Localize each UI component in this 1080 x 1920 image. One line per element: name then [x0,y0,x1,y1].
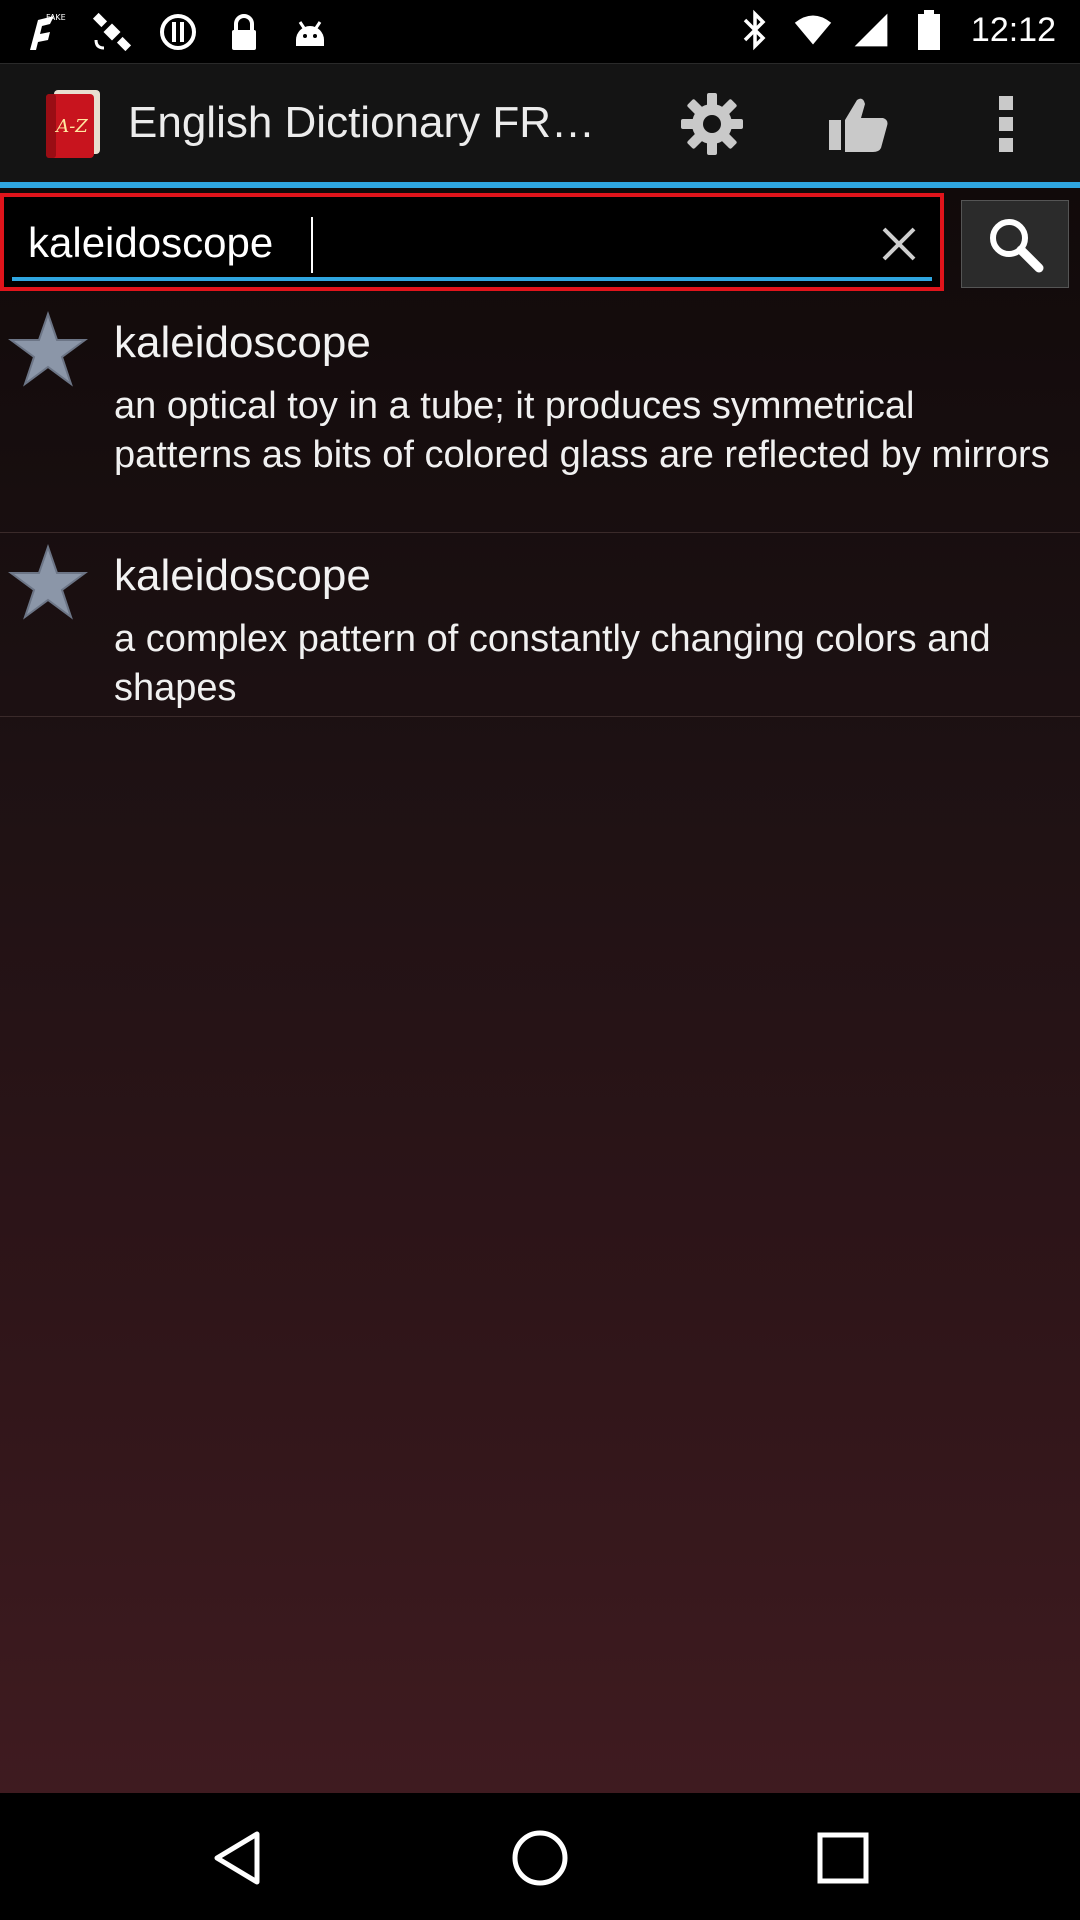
thumbs-up-icon [829,98,888,152]
result-definition: an optical toy in a tube; it produces sy… [114,385,1050,476]
search-icon [990,219,1044,273]
text-cursor [311,217,313,273]
svg-text:FAKE: FAKE [46,13,66,22]
notification-icons: FAKE [24,10,332,54]
home-button[interactable] [505,1823,575,1893]
back-button[interactable] [202,1823,272,1893]
search-field-container [0,193,944,291]
sync-icon [160,14,196,50]
result-definition: a complex pattern of constantly changing… [114,618,991,709]
recents-icon [817,1832,869,1884]
search-input[interactable] [28,213,848,273]
recents-button[interactable] [808,1823,878,1893]
result-word: kaleidoscope [114,318,371,367]
search-input-underline [12,277,932,281]
overflow-menu-icon [999,96,1013,152]
home-icon [512,1830,568,1886]
main-content: kaleidoscope an optical toy in a tube; i… [0,188,1080,1793]
list-item[interactable]: kaleidoscope an optical toy in a tube; i… [0,300,1080,533]
lock-icon [232,14,256,50]
system-icons: 12:12 [735,8,1056,52]
fake-gps-icon: FAKE [30,13,66,50]
satellite-icon [92,12,132,52]
star-icon[interactable] [8,543,88,621]
dictionary-book-icon: A-Z [46,90,100,158]
signal-icon [854,13,888,47]
settings-button[interactable] [672,84,752,164]
result-word: kaleidoscope [114,551,371,600]
star-icon[interactable] [8,310,88,388]
battery-icon [917,10,940,50]
bluetooth-icon [743,9,766,51]
close-icon[interactable] [874,219,924,269]
results-list: kaleidoscope an optical toy in a tube; i… [0,300,1080,717]
status-bar: FAKE 12:12 [0,0,1080,63]
wifi-icon [794,15,832,45]
navigation-bar [0,1793,1080,1920]
search-button[interactable] [961,200,1069,288]
app-title: English Dictionary FR… [128,98,596,147]
list-item[interactable]: kaleidoscope a complex pattern of consta… [0,533,1080,717]
overflow-menu-button[interactable] [966,84,1046,164]
gear-icon [681,93,743,155]
rate-button[interactable] [819,84,899,164]
action-bar: A-Z English Dictionary FR… [0,63,1080,183]
svg-text:A-Z: A-Z [54,116,88,137]
back-icon [214,1831,260,1885]
clock: 12:12 [970,10,1056,49]
android-icon [296,21,324,46]
